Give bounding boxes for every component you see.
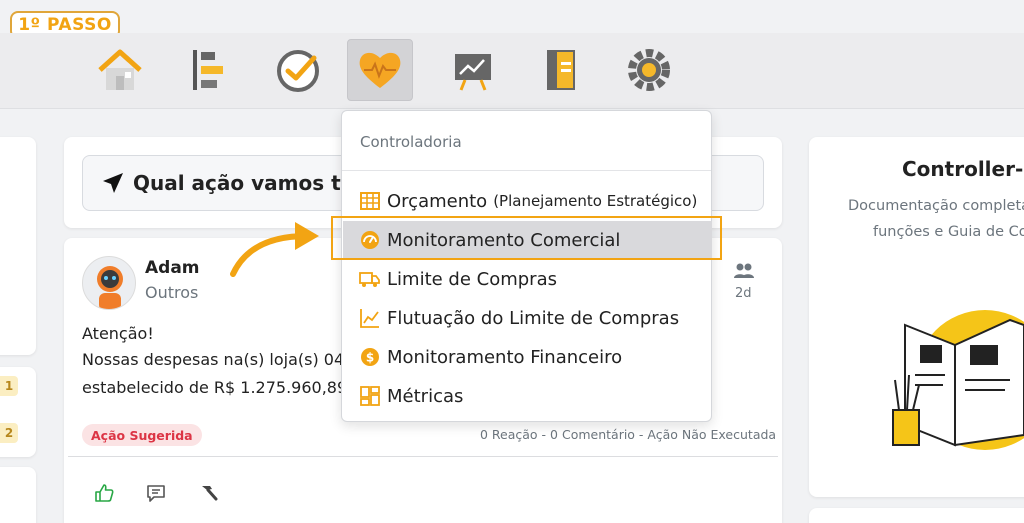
nav-presentation[interactable] <box>440 39 506 101</box>
post-author-role: Outros <box>145 283 199 302</box>
menu-item-monitoramento-financeiro[interactable]: $ Monitoramento Financeiro <box>343 338 712 376</box>
menu-item-label: Flutuação do Limite de Compras <box>387 307 680 329</box>
dropdown-separator <box>342 170 711 171</box>
notebook-icon <box>547 50 575 90</box>
left-badge-1: 1 <box>0 376 18 396</box>
dropdown-header: Controladoria <box>360 133 462 151</box>
truck-icon <box>359 272 380 287</box>
dashboard-grid-icon <box>360 386 380 406</box>
menu-item-orcamento[interactable]: Orçamento (Planejamento Estratégico) <box>343 182 712 220</box>
controladoria-dropdown: Controladoria Orçamento (Planejamento Es… <box>341 110 712 422</box>
highlight-frame <box>331 216 722 260</box>
process-list-icon <box>193 50 223 90</box>
pointer-arrow-icon <box>230 222 319 277</box>
status-badge: Ação Sugerida <box>82 424 202 446</box>
menu-item-label: Monitoramento Financeiro <box>387 346 623 368</box>
nav-workflow[interactable] <box>176 39 242 101</box>
thumbs-up-icon[interactable] <box>93 482 115 504</box>
menu-item-flutuacao-limite[interactable]: Flutuação do Limite de Compras <box>343 299 712 337</box>
robot-avatar-icon <box>97 266 123 309</box>
right-panel-card-2 <box>809 508 1024 523</box>
menu-item-label: Orçamento <box>387 190 488 212</box>
line-chart-icon <box>360 309 379 328</box>
right-panel-title: Controller-D <box>902 157 1024 181</box>
post-text-line-2: Nossas despesas na(s) loja(s) 04, <box>82 350 350 369</box>
left-badge-2: 2 <box>0 423 18 443</box>
heart-pulse-icon <box>359 52 401 88</box>
left-card-top <box>0 137 36 355</box>
group-icon <box>734 263 754 278</box>
hammer-icon[interactable] <box>197 482 219 504</box>
comment-icon[interactable] <box>145 482 167 504</box>
clock-check-icon <box>277 50 319 92</box>
post-divider <box>68 456 778 457</box>
post-meta: 0 Reação - 0 Comentário - Ação Não Execu… <box>480 427 777 442</box>
right-panel-desc-line-2: funções e Guia de Co <box>873 224 1024 240</box>
nav-home[interactable] <box>87 39 153 101</box>
svg-text:$: $ <box>366 351 374 365</box>
right-panel-desc-line-1: Documentação completa <box>848 198 1024 214</box>
home-icon <box>98 49 142 90</box>
menu-item-sublabel: (Planejamento Estratégico) <box>493 192 698 210</box>
paper-plane-icon <box>103 173 123 193</box>
post-text-line-3: estabelecido de R$ 1.275.960,89 <box>82 378 348 397</box>
menu-item-limite-compras[interactable]: Limite de Compras <box>343 260 712 298</box>
post-time: 2d <box>735 286 752 301</box>
nav-settings[interactable] <box>616 39 682 101</box>
dollar-coin-icon: $ <box>361 348 379 366</box>
menu-item-label: Métricas <box>387 385 464 407</box>
post-author[interactable]: Adam <box>145 258 200 278</box>
left-card-bottom <box>0 467 36 523</box>
post-text-line-1: Atenção! <box>82 324 154 343</box>
top-navbar <box>0 33 1024 109</box>
question-text: Qual ação vamos tom <box>133 171 376 195</box>
nav-tasks[interactable] <box>265 39 331 101</box>
avatar[interactable] <box>82 256 136 310</box>
table-grid-icon <box>360 192 380 210</box>
nav-controladoria[interactable] <box>347 39 413 101</box>
menu-item-label: Limite de Compras <box>387 268 557 290</box>
gear-icon <box>628 49 670 91</box>
menu-item-metricas[interactable]: Métricas <box>343 377 712 415</box>
nav-notebook[interactable] <box>528 39 594 101</box>
book-illustration <box>892 310 1024 450</box>
chart-board-icon <box>455 54 491 91</box>
